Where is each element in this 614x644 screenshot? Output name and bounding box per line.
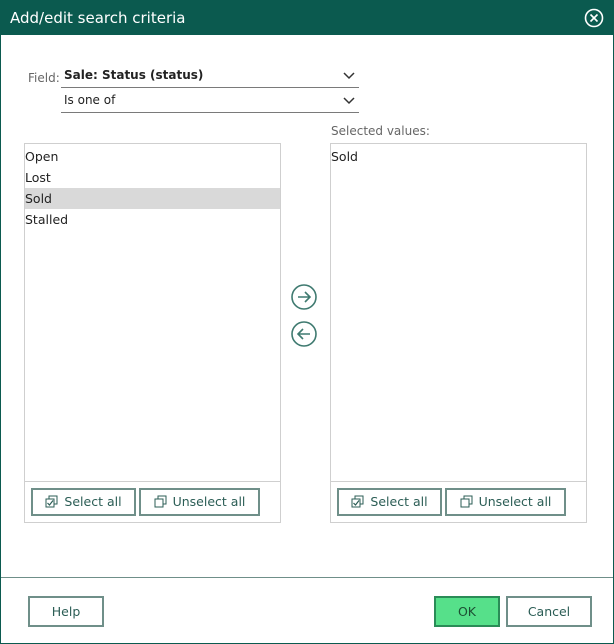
ok-button[interactable]: OK <box>434 596 500 627</box>
selected-values-footer: Select all Unselect all <box>331 481 586 523</box>
unselect-all-button[interactable]: Unselect all <box>139 488 260 516</box>
checked-boxes-icon <box>45 495 58 508</box>
unselect-all-label: Unselect all <box>478 494 552 509</box>
selected-values-panel: Sold Select all Unselect all <box>330 143 587 523</box>
select-all-label: Select all <box>64 494 122 509</box>
cancel-button[interactable]: Cancel <box>506 596 592 627</box>
unselect-all-label: Unselect all <box>172 494 246 509</box>
unchecked-boxes-icon <box>460 495 473 508</box>
operator-select-value: Is one of <box>64 93 116 107</box>
arrow-left-icon[interactable] <box>291 321 317 347</box>
chevron-down-icon <box>343 72 355 80</box>
dialog-title: Add/edit search criteria <box>10 9 186 27</box>
field-select[interactable]: Sale: Status (status) <box>61 65 359 88</box>
unchecked-boxes-icon <box>154 495 167 508</box>
chevron-down-icon <box>343 97 355 105</box>
select-all-button[interactable]: Select all <box>31 488 136 516</box>
list-item[interactable]: Open <box>25 146 280 167</box>
selected-values-caption: Selected values: <box>331 124 430 138</box>
field-select-value: Sale: Status (status) <box>64 68 204 82</box>
help-button[interactable]: Help <box>28 596 104 627</box>
list-item[interactable]: Sold <box>25 188 280 209</box>
select-all-button[interactable]: Select all <box>337 488 442 516</box>
close-icon[interactable] <box>584 8 604 28</box>
available-values-panel: Open Lost Sold Stalled Select all Unsele… <box>24 143 281 523</box>
selected-values-list: Sold <box>331 146 586 167</box>
unselect-all-button[interactable]: Unselect all <box>445 488 566 516</box>
list-item[interactable]: Lost <box>25 167 280 188</box>
title-bar: Add/edit search criteria <box>1 1 613 35</box>
list-item[interactable]: Stalled <box>25 209 280 230</box>
select-all-label: Select all <box>370 494 428 509</box>
available-values-footer: Select all Unselect all <box>25 481 280 523</box>
checked-boxes-icon <box>351 495 364 508</box>
list-item[interactable]: Sold <box>331 146 586 167</box>
field-label: Field: <box>28 71 60 85</box>
arrow-right-icon[interactable] <box>291 284 317 310</box>
footer-divider <box>1 577 613 578</box>
search-criteria-dialog: Add/edit search criteria Field: Sale: St… <box>0 0 614 644</box>
available-values-list: Open Lost Sold Stalled <box>25 146 280 230</box>
operator-select[interactable]: Is one of <box>61 90 359 113</box>
